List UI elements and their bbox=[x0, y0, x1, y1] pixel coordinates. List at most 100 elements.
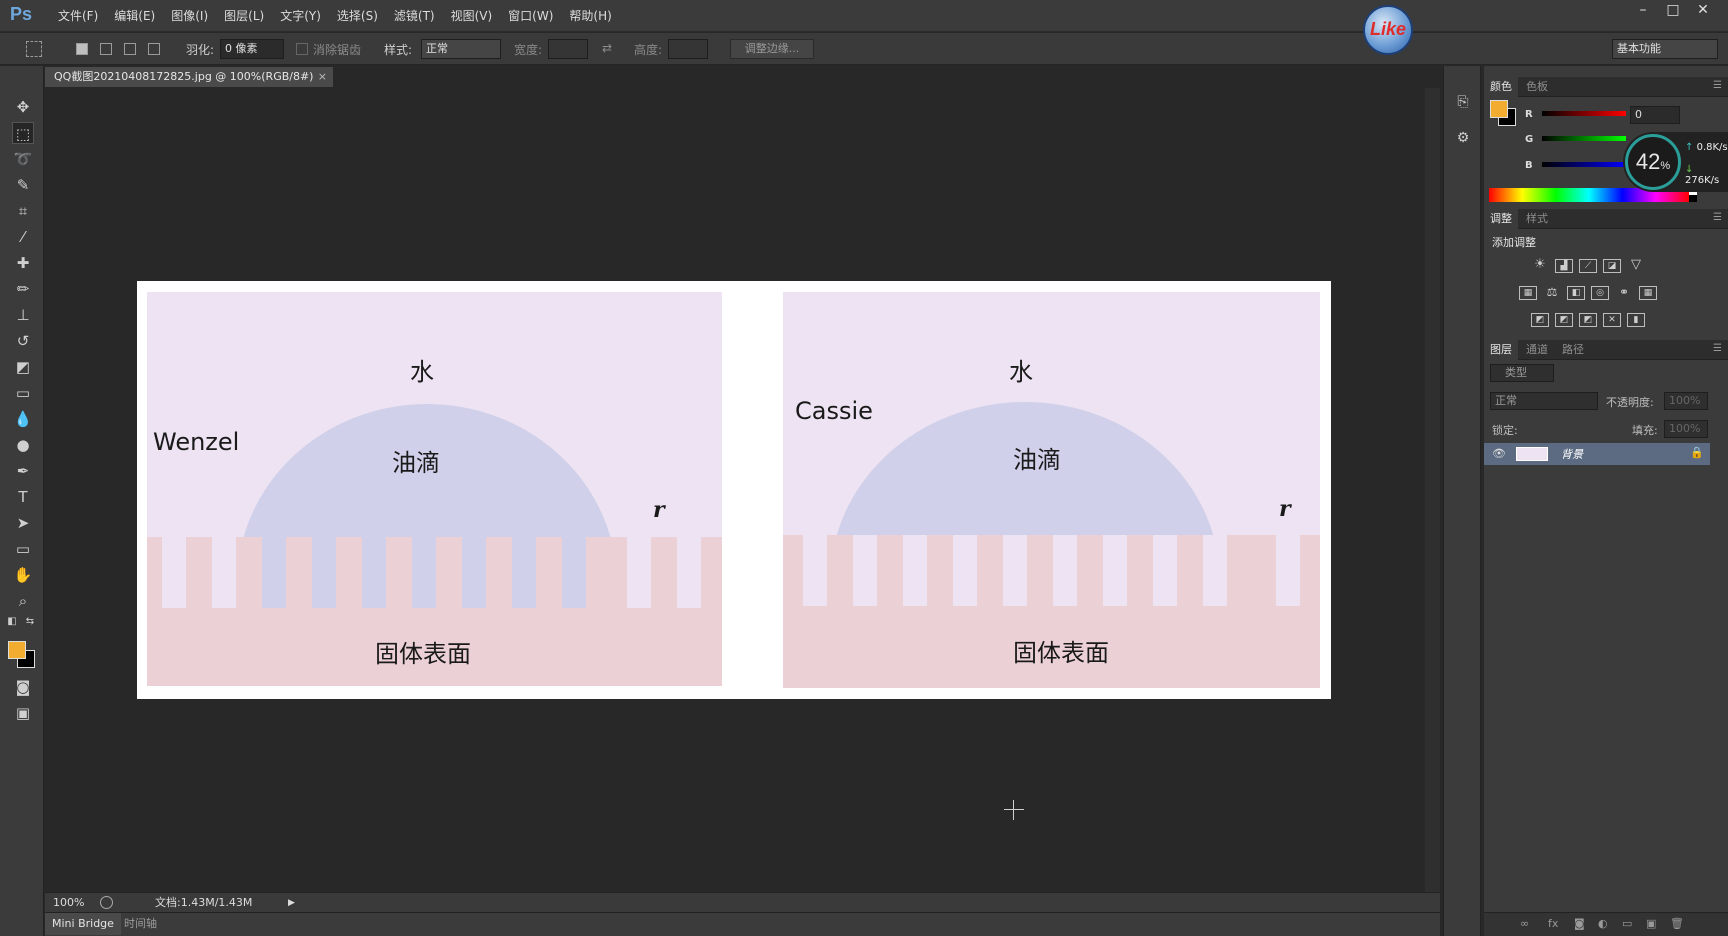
foreground-color-swatch[interactable] bbox=[1490, 100, 1508, 118]
crop-tool-icon[interactable]: ⌗ bbox=[12, 200, 34, 222]
photo-filter-icon[interactable]: ◎ bbox=[1591, 286, 1609, 300]
quick-mask-icon[interactable]: ◙ bbox=[12, 676, 34, 698]
status-menu-arrow-icon[interactable]: ▶ bbox=[288, 893, 295, 913]
tab-layers[interactable]: 图层 bbox=[1484, 340, 1518, 360]
pen-tool-icon[interactable]: ✒ bbox=[12, 460, 34, 482]
color-lookup-icon[interactable]: ▦ bbox=[1639, 286, 1657, 300]
quick-selection-tool-icon[interactable]: ✎ bbox=[12, 174, 34, 196]
curves-icon[interactable]: ⟋ bbox=[1579, 259, 1597, 273]
menu-layer[interactable]: 图层(L) bbox=[216, 0, 272, 32]
blend-mode-select[interactable]: 正常 bbox=[1490, 392, 1598, 410]
red-value-input[interactable]: 0 bbox=[1630, 106, 1680, 124]
dodge-tool-icon[interactable]: ● bbox=[12, 434, 34, 456]
path-selection-tool-icon[interactable]: ➤ bbox=[12, 512, 34, 534]
fill-input[interactable]: 100% bbox=[1664, 420, 1708, 438]
foreground-color-swatch[interactable] bbox=[8, 641, 26, 659]
delete-layer-icon[interactable]: 🗑 bbox=[1670, 917, 1684, 930]
intersect-selection-icon[interactable] bbox=[148, 43, 160, 55]
close-window-button[interactable]: ✕ bbox=[1688, 0, 1718, 22]
swap-colors-icon[interactable]: ⇆ bbox=[24, 616, 36, 628]
invert-icon[interactable]: ◩ bbox=[1531, 313, 1549, 327]
height-input[interactable] bbox=[668, 39, 708, 59]
clone-stamp-tool-icon[interactable]: ⊥ bbox=[12, 304, 34, 326]
eyedropper-tool-icon[interactable]: ⁄ bbox=[12, 226, 34, 248]
hand-tool-icon[interactable]: ✋ bbox=[12, 564, 34, 586]
screen-mode-icon[interactable]: ▣ bbox=[12, 702, 34, 724]
blue-slider[interactable] bbox=[1542, 162, 1626, 167]
levels-icon[interactable]: ▟ bbox=[1555, 259, 1573, 273]
blur-tool-icon[interactable]: 💧 bbox=[12, 408, 34, 430]
document-tab[interactable]: QQ截图20210408172825.jpg @ 100%(RGB/8#) × bbox=[45, 67, 333, 87]
refine-edge-button[interactable]: 调整边缘... bbox=[730, 39, 814, 59]
new-layer-icon[interactable]: ▣ bbox=[1646, 917, 1656, 930]
tab-channels[interactable]: 通道 bbox=[1520, 340, 1554, 360]
layer-row-background[interactable]: 👁 背景 🔒 bbox=[1484, 443, 1710, 465]
minimize-button[interactable]: – bbox=[1628, 0, 1658, 22]
style-select[interactable]: 正常 bbox=[421, 39, 501, 59]
menu-file[interactable]: 文件(F) bbox=[50, 0, 106, 32]
marquee-tool-icon[interactable]: ⬚ bbox=[12, 122, 34, 144]
hue-saturation-icon[interactable]: ▦ bbox=[1519, 286, 1537, 300]
subtract-selection-icon[interactable] bbox=[124, 43, 136, 55]
tab-adjustments[interactable]: 调整 bbox=[1484, 209, 1518, 229]
zoom-tool-icon[interactable]: ⌕ bbox=[12, 590, 34, 612]
new-adjustment-layer-icon[interactable]: ◐ bbox=[1598, 917, 1608, 930]
properties-panel-icon[interactable]: ⚙ bbox=[1453, 128, 1473, 148]
menu-edit[interactable]: 编辑(E) bbox=[106, 0, 163, 32]
status-info-icon[interactable] bbox=[100, 896, 113, 909]
menu-select[interactable]: 选择(S) bbox=[329, 0, 386, 32]
add-mask-icon[interactable]: ◙ bbox=[1574, 917, 1585, 930]
history-brush-tool-icon[interactable]: ↺ bbox=[12, 330, 34, 352]
channel-mixer-icon[interactable]: ⚭ bbox=[1615, 286, 1633, 300]
panel-menu-icon[interactable]: ☰ bbox=[1713, 343, 1722, 354]
lasso-tool-icon[interactable]: ➰ bbox=[12, 148, 34, 170]
posterize-icon[interactable]: ◩ bbox=[1555, 313, 1573, 327]
new-selection-icon[interactable] bbox=[76, 43, 88, 55]
maximize-button[interactable]: □ bbox=[1658, 0, 1688, 22]
workspace-select[interactable]: 基本功能 bbox=[1612, 39, 1718, 59]
menu-view[interactable]: 视图(V) bbox=[443, 0, 501, 32]
layer-style-icon[interactable]: fx bbox=[1548, 917, 1558, 930]
zoom-level-field[interactable]: 100% bbox=[45, 893, 95, 913]
black-white-icon[interactable]: ◧ bbox=[1567, 286, 1585, 300]
menu-window[interactable]: 窗口(W) bbox=[500, 0, 561, 32]
menu-type[interactable]: 文字(Y) bbox=[272, 0, 329, 32]
panel-menu-icon[interactable]: ☰ bbox=[1713, 212, 1722, 223]
marquee-tool-preset-icon[interactable] bbox=[26, 41, 42, 57]
panel-menu-icon[interactable]: ☰ bbox=[1713, 80, 1722, 91]
tab-paths[interactable]: 路径 bbox=[1556, 340, 1590, 360]
tab-styles[interactable]: 样式 bbox=[1520, 209, 1554, 229]
gradient-tool-icon[interactable]: ▭ bbox=[12, 382, 34, 404]
tab-swatches[interactable]: 色板 bbox=[1520, 77, 1554, 97]
menu-filter[interactable]: 滤镜(T) bbox=[386, 0, 443, 32]
opacity-input[interactable]: 100% bbox=[1664, 392, 1708, 410]
width-input[interactable] bbox=[548, 39, 588, 59]
eraser-tool-icon[interactable]: ◩ bbox=[12, 356, 34, 378]
menu-help[interactable]: 帮助(H) bbox=[561, 0, 619, 32]
layer-name[interactable]: 背景 bbox=[1561, 446, 1583, 462]
red-slider[interactable] bbox=[1542, 111, 1626, 116]
new-group-icon[interactable]: ▭ bbox=[1622, 917, 1632, 930]
network-speed-widget[interactable]: 42% ↑ 0.8K/s ↓ 276K/s bbox=[1623, 132, 1728, 192]
tab-timeline[interactable]: 时间轴 bbox=[117, 913, 164, 935]
link-layers-icon[interactable]: ∞ bbox=[1520, 917, 1529, 930]
move-tool-icon[interactable]: ✥ bbox=[12, 96, 34, 118]
feather-input[interactable]: 0 像素 bbox=[220, 39, 284, 59]
menu-image[interactable]: 图像(I) bbox=[163, 0, 216, 32]
antialias-checkbox[interactable] bbox=[296, 43, 308, 55]
default-colors-icon[interactable]: ◧ bbox=[6, 616, 18, 628]
vibrance-icon[interactable]: ▽ bbox=[1627, 258, 1645, 273]
visibility-eye-icon[interactable]: 👁 bbox=[1492, 447, 1506, 460]
tab-mini-bridge[interactable]: Mini Bridge bbox=[45, 913, 121, 935]
type-tool-icon[interactable]: T bbox=[12, 486, 34, 508]
document-close-icon[interactable]: × bbox=[318, 67, 327, 87]
brush-tool-icon[interactable]: ✏ bbox=[12, 278, 34, 300]
brightness-contrast-icon[interactable]: ☀ bbox=[1531, 258, 1549, 273]
exposure-icon[interactable]: ◪ bbox=[1603, 259, 1621, 273]
tab-color[interactable]: 颜色 bbox=[1484, 77, 1518, 97]
swap-dimensions-icon[interactable]: ⇄ bbox=[602, 41, 612, 55]
layer-filter-select[interactable]: 类型 bbox=[1490, 364, 1554, 382]
selective-color-icon[interactable]: ✕ bbox=[1603, 313, 1621, 327]
canvas-vertical-scrollbar[interactable] bbox=[1425, 88, 1440, 892]
threshold-icon[interactable]: ◩ bbox=[1579, 313, 1597, 327]
